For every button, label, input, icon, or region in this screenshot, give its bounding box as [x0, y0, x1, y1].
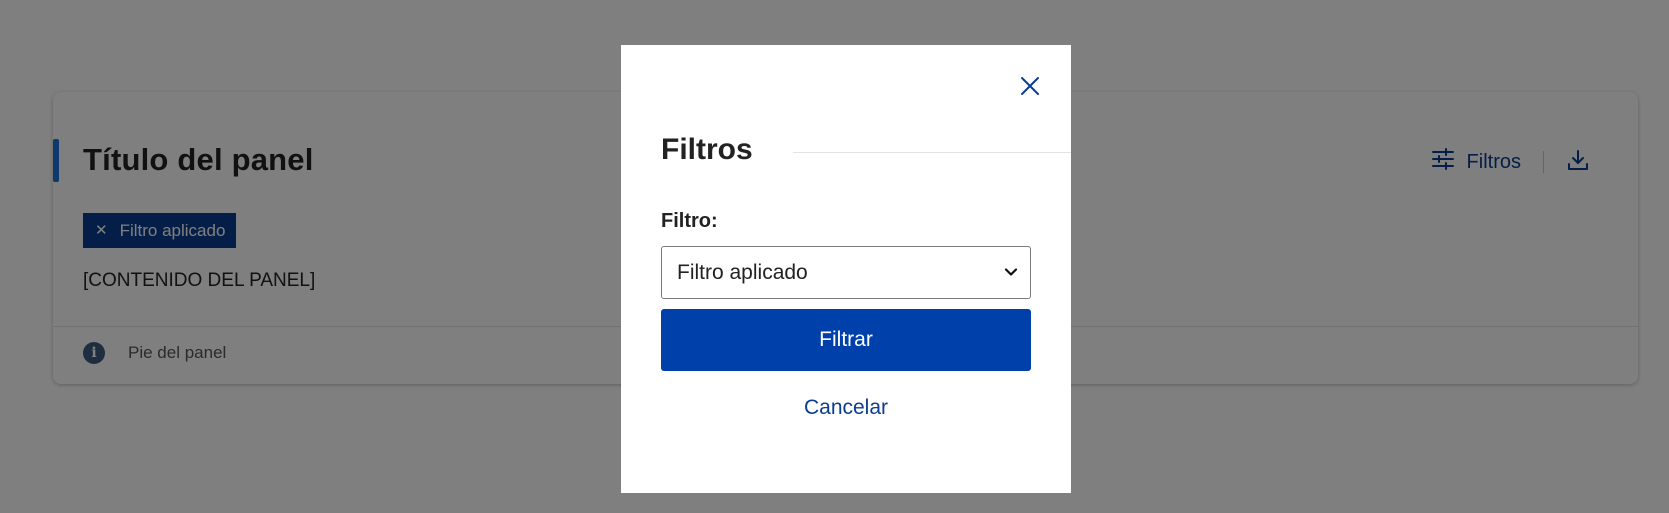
chevron-down-icon	[1004, 261, 1018, 285]
modal-title: Filtros	[661, 133, 753, 166]
filter-field-label: Filtro:	[661, 210, 718, 232]
modal-header: Filtros	[661, 133, 1071, 167]
cancel-link[interactable]: Cancelar	[661, 396, 1031, 420]
filter-submit-button[interactable]: Filtrar	[661, 309, 1031, 371]
filter-select-value: Filtro aplicado	[677, 260, 808, 284]
close-icon	[1019, 75, 1041, 102]
filters-modal: Filtros Filtro: Filtro aplicado Filtrar …	[621, 45, 1071, 493]
modal-close-button[interactable]	[1015, 73, 1045, 103]
filter-select[interactable]: Filtro aplicado	[661, 246, 1031, 299]
modal-title-divider	[792, 151, 1071, 153]
